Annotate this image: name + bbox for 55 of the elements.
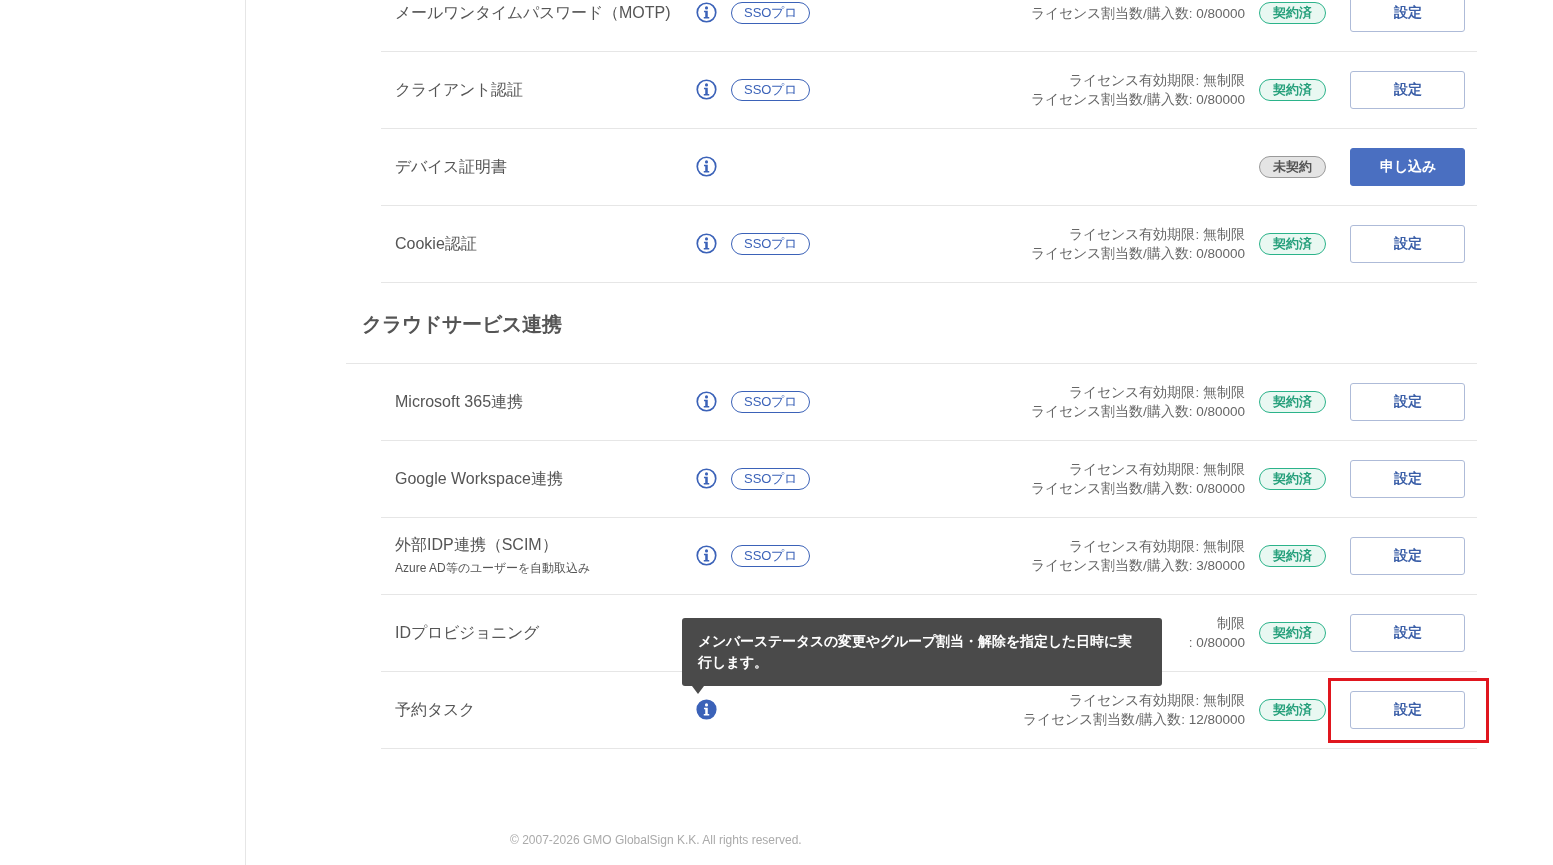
info-icon[interactable] (696, 79, 717, 100)
status-badge: 契約済 (1259, 468, 1326, 490)
license-info: ライセンス割当数/購入数: 0/80000 (1030, 4, 1245, 23)
license-info: ライセンス有効期限: 無制限 (1069, 384, 1245, 402)
apply-button[interactable]: 申し込み (1350, 148, 1465, 186)
info-icon[interactable] (696, 468, 717, 489)
settings-button[interactable]: 設定 (1350, 71, 1465, 109)
service-name: メールワンタイムパスワード（MOTP) (395, 2, 672, 23)
license-info: : 0/80000 (1188, 634, 1245, 652)
status-badge: 契約済 (1259, 622, 1326, 644)
license-info: ライセンス有効期限: 無制限 (1069, 461, 1245, 479)
service-name: Cookie認証 (395, 233, 478, 254)
status-badge: 契約済 (1259, 79, 1326, 101)
license-info: ライセンス割当数/購入数: 0/80000 (1030, 245, 1245, 263)
service-name: 予約タスク (395, 699, 476, 720)
service-description: Azure AD等のユーザーを自動取込み (395, 560, 591, 577)
settings-button[interactable]: 設定 (1350, 614, 1465, 652)
settings-button[interactable]: 設定 (1350, 691, 1465, 729)
settings-button[interactable]: 設定 (1350, 225, 1465, 263)
settings-button[interactable]: 設定 (1350, 460, 1465, 498)
copyright-text: © 2007-2026 GMO GlobalSign K.K. All rights reserved. (509, 833, 803, 847)
license-info: ライセンス割当数/購入数: 0/80000 (1030, 403, 1245, 421)
settings-button[interactable]: 設定 (1350, 0, 1465, 32)
license-info: ライセンス割当数/購入数: 3/80000 (1030, 557, 1245, 575)
info-icon[interactable] (696, 699, 717, 720)
settings-button[interactable]: 設定 (1350, 537, 1465, 575)
tooltip: メンバーステータスの変更やグループ割当・解除を指定した日時に実行します。 (682, 618, 1162, 686)
license-info: 制限 (1217, 615, 1245, 633)
status-badge: 契約済 (1259, 545, 1326, 567)
license-info: ライセンス割当数/購入数: 12/80000 (1023, 711, 1245, 729)
tooltip-arrow (692, 686, 704, 694)
info-icon[interactable] (696, 156, 717, 177)
info-icon[interactable] (696, 233, 717, 254)
status-badge: 契約済 (1259, 233, 1326, 255)
info-icon[interactable] (696, 2, 717, 23)
settings-button[interactable]: 設定 (1350, 383, 1465, 421)
service-name: IDプロビジョニング (395, 622, 540, 643)
license-info: ライセンス割当数/購入数: 0/80000 (1030, 480, 1245, 498)
status-badge: 契約済 (1259, 2, 1326, 24)
license-info: ライセンス有効期限: 無制限 (1069, 692, 1245, 710)
license-info: ライセンス割当数/購入数: 0/80000 (1030, 91, 1245, 109)
service-name: 外部IDP連携（SCIM） (395, 535, 559, 555)
status-badge: 未契約 (1259, 156, 1326, 178)
license-info: ライセンス有効期限: 無制限 (1069, 538, 1245, 556)
service-name: Google Workspace連携 (395, 468, 564, 489)
section-heading: クラウドサービス連携 (346, 283, 1477, 364)
status-badge: 契約済 (1259, 391, 1326, 413)
service-name: Microsoft 365連携 (395, 391, 525, 412)
license-info: ライセンス有効期限: 無制限 (1069, 226, 1245, 244)
service-name: デバイス証明書 (395, 156, 508, 177)
service-name: クライアント認証 (395, 79, 524, 100)
info-icon[interactable] (696, 391, 717, 412)
license-info: ライセンス有効期限: 無制限 (1069, 72, 1245, 90)
info-icon[interactable] (696, 545, 717, 566)
status-badge: 契約済 (1259, 699, 1326, 721)
